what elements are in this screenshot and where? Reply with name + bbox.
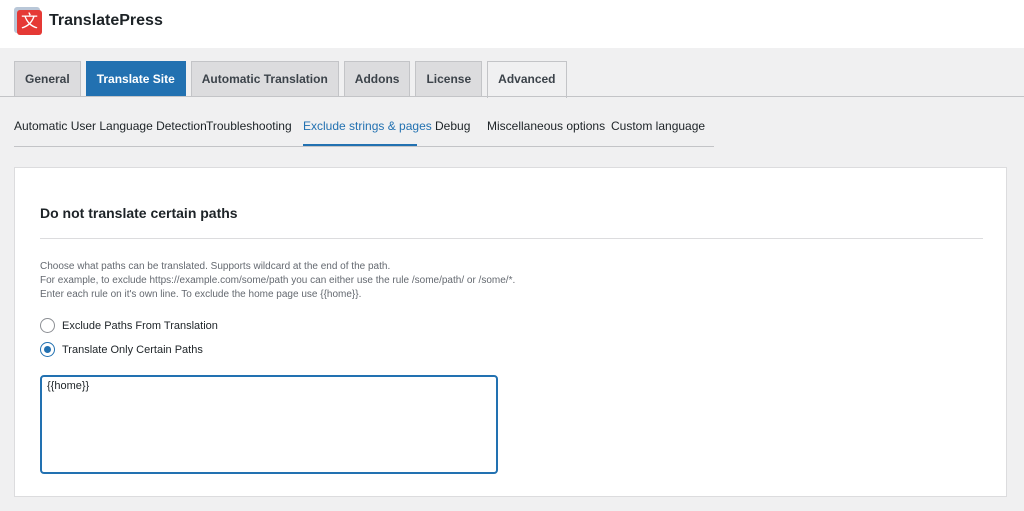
tab-advanced[interactable]: Advanced <box>487 61 567 98</box>
section-divider <box>40 238 983 239</box>
translatepress-logo: 文 <box>14 7 42 35</box>
subnav-exclude-strings-pages[interactable]: Exclude strings & pages <box>303 119 432 133</box>
paths-textarea[interactable]: {{home}} <box>40 375 498 474</box>
translate-only-paths-radio[interactable] <box>40 342 55 357</box>
tabs-divider <box>0 96 1024 97</box>
description-line: Choose what paths can be translated. Sup… <box>40 261 391 272</box>
tab-general[interactable]: General <box>14 61 81 97</box>
exclude-paths-radio[interactable] <box>40 318 55 333</box>
advanced-subnav: Automatic User Language Detection Troubl… <box>14 111 714 147</box>
option-exclude-paths[interactable]: Exclude Paths From Translation <box>40 318 218 333</box>
section-description: Choose what paths can be translated. Sup… <box>40 260 515 302</box>
translate-icon: 文 <box>17 10 42 35</box>
subnav-miscellaneous-options[interactable]: Miscellaneous options <box>487 119 605 133</box>
exclude-paths-label: Exclude Paths From Translation <box>62 319 218 332</box>
exclude-paths-panel: Do not translate certain paths Choose wh… <box>14 167 1007 497</box>
section-title: Do not translate certain paths <box>40 205 238 221</box>
brand-title: TranslatePress <box>49 12 163 29</box>
subnav-custom-language[interactable]: Custom language <box>611 119 705 133</box>
tab-translate-site[interactable]: Translate Site <box>85 61 186 97</box>
description-line: For example, to exclude https://example.… <box>40 275 516 286</box>
option-translate-only-paths[interactable]: Translate Only Certain Paths <box>40 342 203 357</box>
subnav-debug[interactable]: Debug <box>435 119 470 133</box>
subnav-troubleshooting[interactable]: Troubleshooting <box>206 119 292 133</box>
description-line: Enter each rule on it's own line. To exc… <box>40 289 362 300</box>
tab-addons[interactable]: Addons <box>343 61 411 97</box>
tab-license[interactable]: License <box>415 61 483 97</box>
tab-automatic-translation[interactable]: Automatic Translation <box>190 61 339 97</box>
settings-tabs: General Translate Site Automatic Transla… <box>14 61 572 98</box>
app-header: 文 TranslatePress <box>0 0 1024 48</box>
translate-only-paths-label: Translate Only Certain Paths <box>62 343 203 356</box>
subnav-user-language-detection[interactable]: Automatic User Language Detection <box>14 119 207 133</box>
active-subnav-indicator <box>303 144 417 146</box>
